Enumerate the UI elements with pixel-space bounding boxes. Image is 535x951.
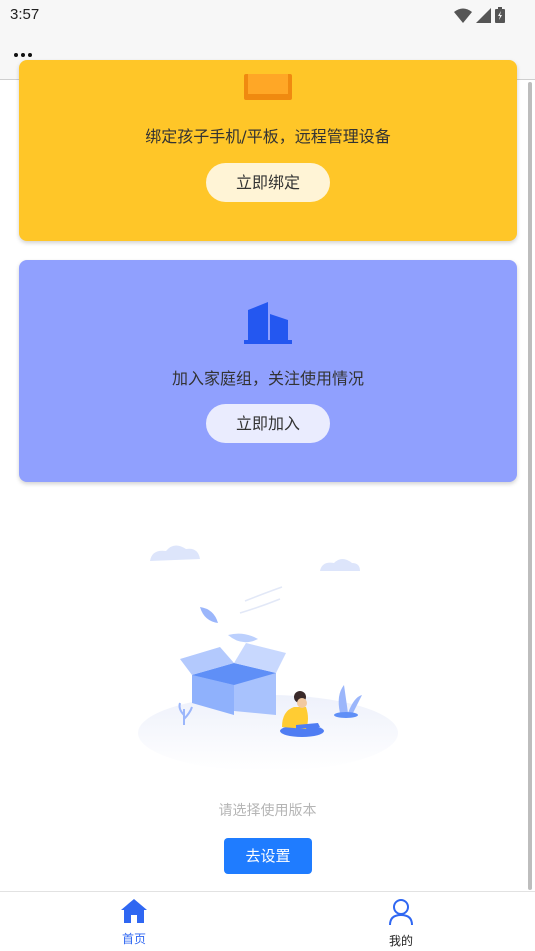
scrollbar[interactable]	[528, 82, 532, 890]
join-family-text: 加入家庭组，关注使用情况	[171, 369, 364, 388]
nav-label-mine: 我的	[388, 934, 413, 948]
signal-icon	[476, 7, 491, 23]
bind-device-card: 绑定孩子手机/平板，远程管理设备 立即绑定	[19, 60, 517, 241]
nav-label-home: 首页	[121, 932, 146, 946]
wifi-icon	[454, 8, 472, 23]
device-icon	[244, 74, 292, 100]
home-icon	[121, 899, 147, 923]
status-time: 3:57	[10, 6, 40, 23]
bind-device-text: 绑定孩子手机/平板，远程管理设备	[145, 127, 391, 146]
join-family-card: 加入家庭组，关注使用情况 立即加入	[19, 260, 517, 482]
more-dot-icon	[14, 53, 18, 57]
bottom-nav: 首页 我的	[0, 891, 535, 951]
nav-item-mine[interactable]: 我的	[361, 898, 441, 949]
user-icon	[389, 899, 413, 926]
go-setup-button[interactable]: 去设置	[224, 838, 312, 874]
empty-box-illustration	[138, 545, 398, 771]
bind-now-button[interactable]: 立即绑定	[206, 163, 330, 202]
building-icon	[244, 302, 292, 344]
more-dot-icon	[21, 53, 25, 57]
battery-icon	[495, 7, 505, 23]
status-bar: 3:57	[0, 0, 535, 30]
join-now-button[interactable]: 立即加入	[206, 404, 330, 443]
page: 3:57 绑定孩子手机/平板，远程管理设备 立即绑定 加入家庭组，关注使用情况 …	[0, 0, 535, 951]
more-dot-icon	[28, 53, 32, 57]
nav-item-home[interactable]: 首页	[94, 898, 174, 947]
status-icons	[454, 7, 505, 23]
empty-state-message: 请选择使用版本	[218, 803, 317, 819]
